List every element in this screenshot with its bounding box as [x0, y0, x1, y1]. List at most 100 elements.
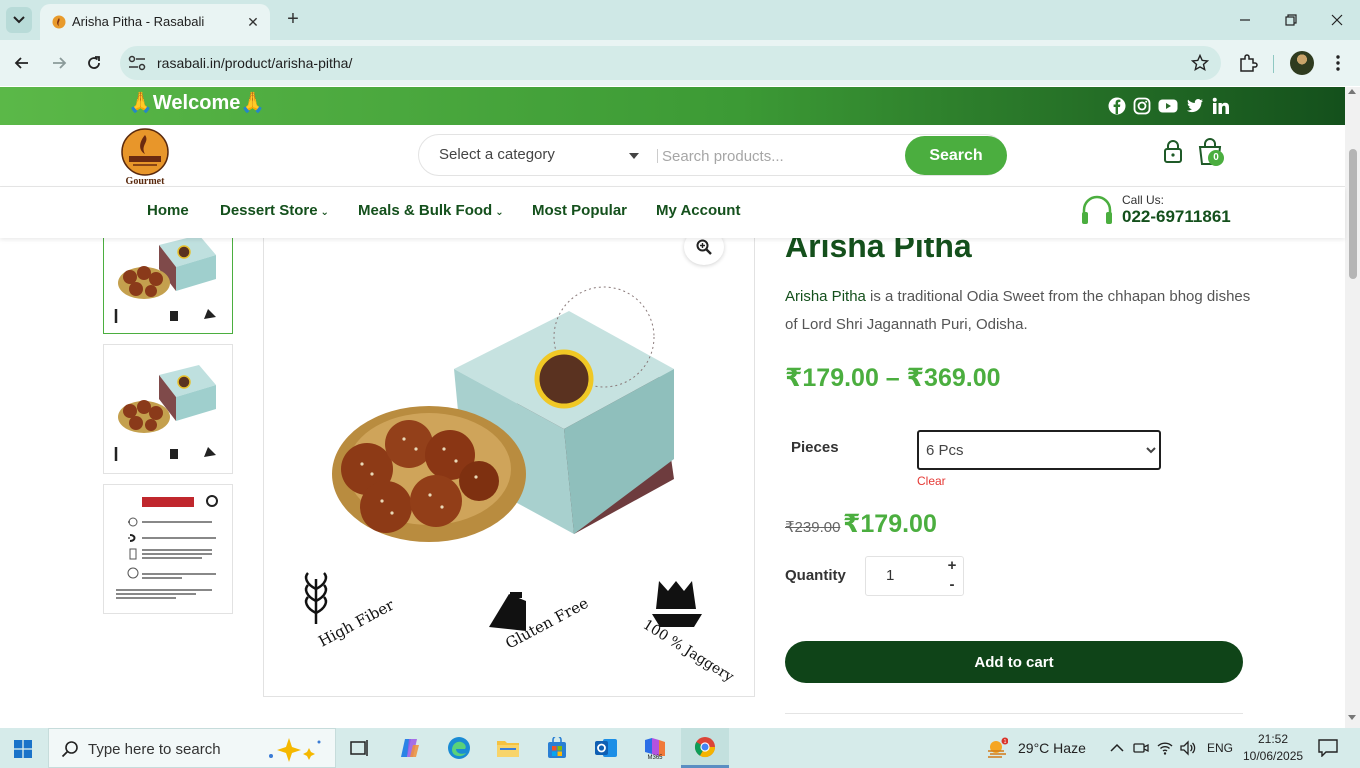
notification-center-icon[interactable]	[1318, 739, 1338, 757]
address-bar[interactable]: rasabali.in/product/arisha-pitha/	[120, 46, 1221, 80]
folder-icon	[497, 741, 519, 757]
quantity-label: Quantity	[785, 567, 846, 584]
task-view-icon	[350, 740, 368, 756]
rasabali-favicon-icon	[52, 15, 66, 29]
close-tab-icon[interactable]: ✕	[244, 13, 262, 31]
close-icon	[1331, 14, 1343, 26]
twitter-icon[interactable]	[1186, 97, 1204, 115]
search-input[interactable]	[662, 143, 902, 169]
toolbar-divider	[1273, 55, 1274, 73]
weather-text[interactable]: 29°C Haze	[1018, 740, 1086, 756]
youtube-icon[interactable]	[1158, 97, 1178, 115]
reload-button[interactable]	[82, 51, 106, 75]
taskbar-copilot[interactable]	[386, 728, 434, 768]
category-select[interactable]: Select a category	[439, 146, 555, 163]
store-icon	[548, 737, 566, 758]
pieces-label: Pieces	[791, 439, 839, 456]
nav-dessert-store[interactable]: Dessert Store ⌄	[220, 202, 329, 219]
browser-toolbar: rasabali.in/product/arisha-pitha/	[0, 40, 1360, 86]
product-search-bar: Select a category Search	[418, 134, 1007, 176]
facebook-icon[interactable]	[1108, 97, 1126, 115]
extensions-button[interactable]	[1236, 51, 1260, 75]
logo-text: Gourmet	[126, 176, 166, 185]
clock-date[interactable]: 10/06/2025	[1243, 749, 1303, 763]
instagram-icon[interactable]	[1133, 97, 1151, 115]
page-scrollbar[interactable]	[1345, 87, 1360, 728]
taskbar-search-box[interactable]: Type here to search	[48, 728, 336, 768]
add-to-cart-button[interactable]: Add to cart	[785, 641, 1243, 683]
meet-now-icon[interactable]	[1133, 740, 1149, 756]
reload-icon	[88, 56, 100, 69]
taskbar-file-explorer[interactable]	[484, 728, 532, 768]
new-tab-button[interactable]: +	[282, 8, 304, 30]
product-thumbnail-1[interactable]	[103, 238, 233, 334]
taskbar-outlook[interactable]	[582, 728, 630, 768]
url-text: rasabali.in/product/arisha-pitha/	[157, 55, 353, 71]
taskbar-edge[interactable]	[435, 728, 483, 768]
main-product-image[interactable]: High Fiber Gluten Free 100 % Jaggery	[263, 238, 755, 697]
minimize-button[interactable]	[1233, 8, 1257, 32]
forward-button[interactable]	[47, 51, 71, 75]
quantity-input[interactable]: 1	[886, 567, 926, 584]
product-title: Arisha Pitha	[785, 238, 972, 264]
weather-haze-icon[interactable]: 1	[986, 737, 1008, 759]
linkedin-icon[interactable]	[1212, 97, 1230, 115]
windows-start-icon[interactable]	[14, 740, 32, 758]
caret-down-icon[interactable]	[629, 153, 639, 159]
input-language[interactable]: ENG	[1207, 741, 1233, 755]
search-button[interactable]: Search	[905, 136, 1007, 175]
site-info-icon[interactable]	[128, 55, 146, 71]
wifi-icon[interactable]	[1157, 740, 1173, 756]
chevron-up-icon[interactable]	[1109, 740, 1125, 756]
chevron-down-icon	[13, 16, 25, 24]
chevron-down-icon: ⌄	[495, 207, 504, 218]
profile-avatar[interactable]	[1290, 51, 1314, 75]
product-thumbnail-image	[114, 238, 216, 323]
chevron-down-icon: ⌄	[320, 207, 329, 218]
quantity-increase-button[interactable]: +	[942, 557, 962, 577]
product-thumbnail-3[interactable]	[103, 484, 233, 614]
nav-my-account[interactable]: My Account	[656, 202, 740, 219]
taskbar-m365[interactable]: M365	[631, 728, 679, 768]
search-separator	[657, 149, 658, 163]
restore-button[interactable]	[1279, 8, 1303, 32]
arisha-pitha-photo: High Fiber Gluten Free 100 % Jaggery	[304, 286, 736, 685]
quantity-decrease-button[interactable]: -	[942, 576, 962, 596]
welcome-text: 🙏Welcome🙏	[128, 92, 266, 114]
call-us-number[interactable]: 022-69711861	[1122, 207, 1231, 227]
site-header: Gourmet Select a category Search	[0, 125, 1345, 187]
product-thumbnail-2[interactable]	[103, 344, 233, 474]
taskbar-task-view[interactable]	[336, 728, 384, 768]
scrollbar-thumb[interactable]	[1349, 149, 1357, 279]
tab-title: Arisha Pitha - Rasabali	[72, 14, 205, 29]
tab-search-button[interactable]	[6, 7, 32, 33]
back-button[interactable]	[10, 51, 34, 75]
search-highlight-sparkle-icon	[269, 738, 321, 762]
speaker-icon[interactable]	[1180, 740, 1196, 756]
scroll-up-arrow-icon[interactable]	[1348, 89, 1356, 94]
tab-arisha-pitha[interactable]: Arisha Pitha - Rasabali ✕	[40, 4, 270, 40]
taskbar-microsoft-store[interactable]	[533, 728, 581, 768]
minimize-icon	[1240, 19, 1250, 21]
nav-meals-bulk-food[interactable]: Meals & Bulk Food ⌄	[358, 202, 504, 219]
taskbar-chrome[interactable]	[681, 728, 729, 768]
arrow-right-icon	[53, 57, 67, 69]
clock-time[interactable]: 21:52	[1243, 732, 1303, 746]
pieces-select[interactable]: 6 Pcs	[917, 430, 1161, 470]
weather-badge: 1	[1004, 739, 1007, 745]
main-navigation: Home Dessert Store ⌄ Meals & Bulk Food ⌄ M…	[0, 187, 1345, 238]
outlook-icon	[595, 739, 617, 757]
close-window-button[interactable]	[1325, 8, 1349, 32]
product-description-highlight: Arisha Pitha	[785, 288, 866, 305]
browser-menu-button[interactable]	[1326, 51, 1350, 75]
microsoft-365-icon: M365	[645, 738, 665, 760]
rasabali-logo[interactable]: Gourmet	[120, 127, 172, 185]
nav-home[interactable]: Home	[147, 202, 189, 219]
nav-most-popular[interactable]: Most Popular	[532, 202, 627, 219]
price-range: ₹179.00 – ₹369.00	[785, 364, 1001, 392]
clear-variation-link[interactable]: Clear	[917, 474, 946, 488]
scroll-down-arrow-icon[interactable]	[1348, 715, 1356, 720]
bookmark-star-icon[interactable]	[1191, 54, 1209, 72]
lock-icon[interactable]	[1162, 139, 1184, 163]
windows-taskbar: Type here to search M365 1 29°C Haze ENG…	[0, 728, 1360, 768]
